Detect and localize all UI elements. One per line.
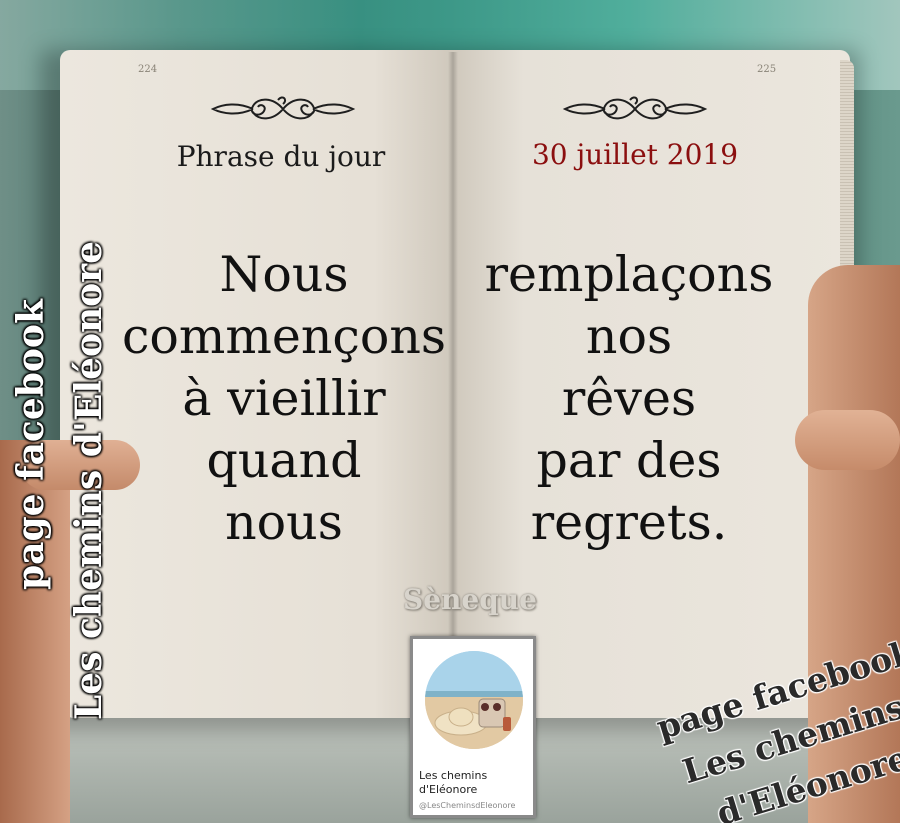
quote-left-page: Nous commençons à vieillir quand nous <box>90 244 478 554</box>
beach-hat-avatar <box>425 651 523 749</box>
quote-right-page: remplaçons nos rêves par des regrets. <box>470 244 788 554</box>
quote-author: Sèneque <box>403 583 537 616</box>
watermark-left-line2: Les chemins d'Eléonore <box>68 240 110 720</box>
page-number-right: 225 <box>757 64 777 75</box>
quote-line: commençons <box>121 308 447 365</box>
quote-line: par des <box>536 432 722 489</box>
ornament-left-icon <box>210 96 356 120</box>
quote-line: quand <box>206 432 362 489</box>
quote-line: à vieillir <box>182 370 386 427</box>
photo-background: 224 225 Phrase du jour 30 juillet 2019 N… <box>0 0 900 823</box>
page-number-left: 224 <box>138 64 158 75</box>
quote-line: nous <box>225 494 343 551</box>
facebook-name-line: d'Eléonore <box>419 783 478 796</box>
facebook-page-card[interactable]: Les chemins d'Eléonore @LesCheminsdEleon… <box>410 636 536 818</box>
facebook-handle[interactable]: @LesCheminsdEleonore <box>419 801 533 810</box>
facebook-name-line: Les chemins <box>419 769 488 782</box>
phrase-du-jour-heading: Phrase du jour <box>176 140 386 173</box>
quote-line: remplaçons <box>484 246 774 303</box>
quote-line: rêves <box>561 370 697 427</box>
date-heading: 30 juillet 2019 <box>531 138 739 171</box>
quote-line: nos <box>585 308 673 365</box>
ornament-right-icon <box>562 96 708 120</box>
watermark-left-line1: page facebook <box>10 299 52 590</box>
watermark-right: page facebook Les chemins d'Eléonore <box>640 630 900 823</box>
quote-line: Nous <box>219 246 349 303</box>
right-thumb <box>795 410 900 470</box>
facebook-page-name: Les chemins d'Eléonore <box>419 769 531 797</box>
quote-line: regrets. <box>530 494 728 551</box>
